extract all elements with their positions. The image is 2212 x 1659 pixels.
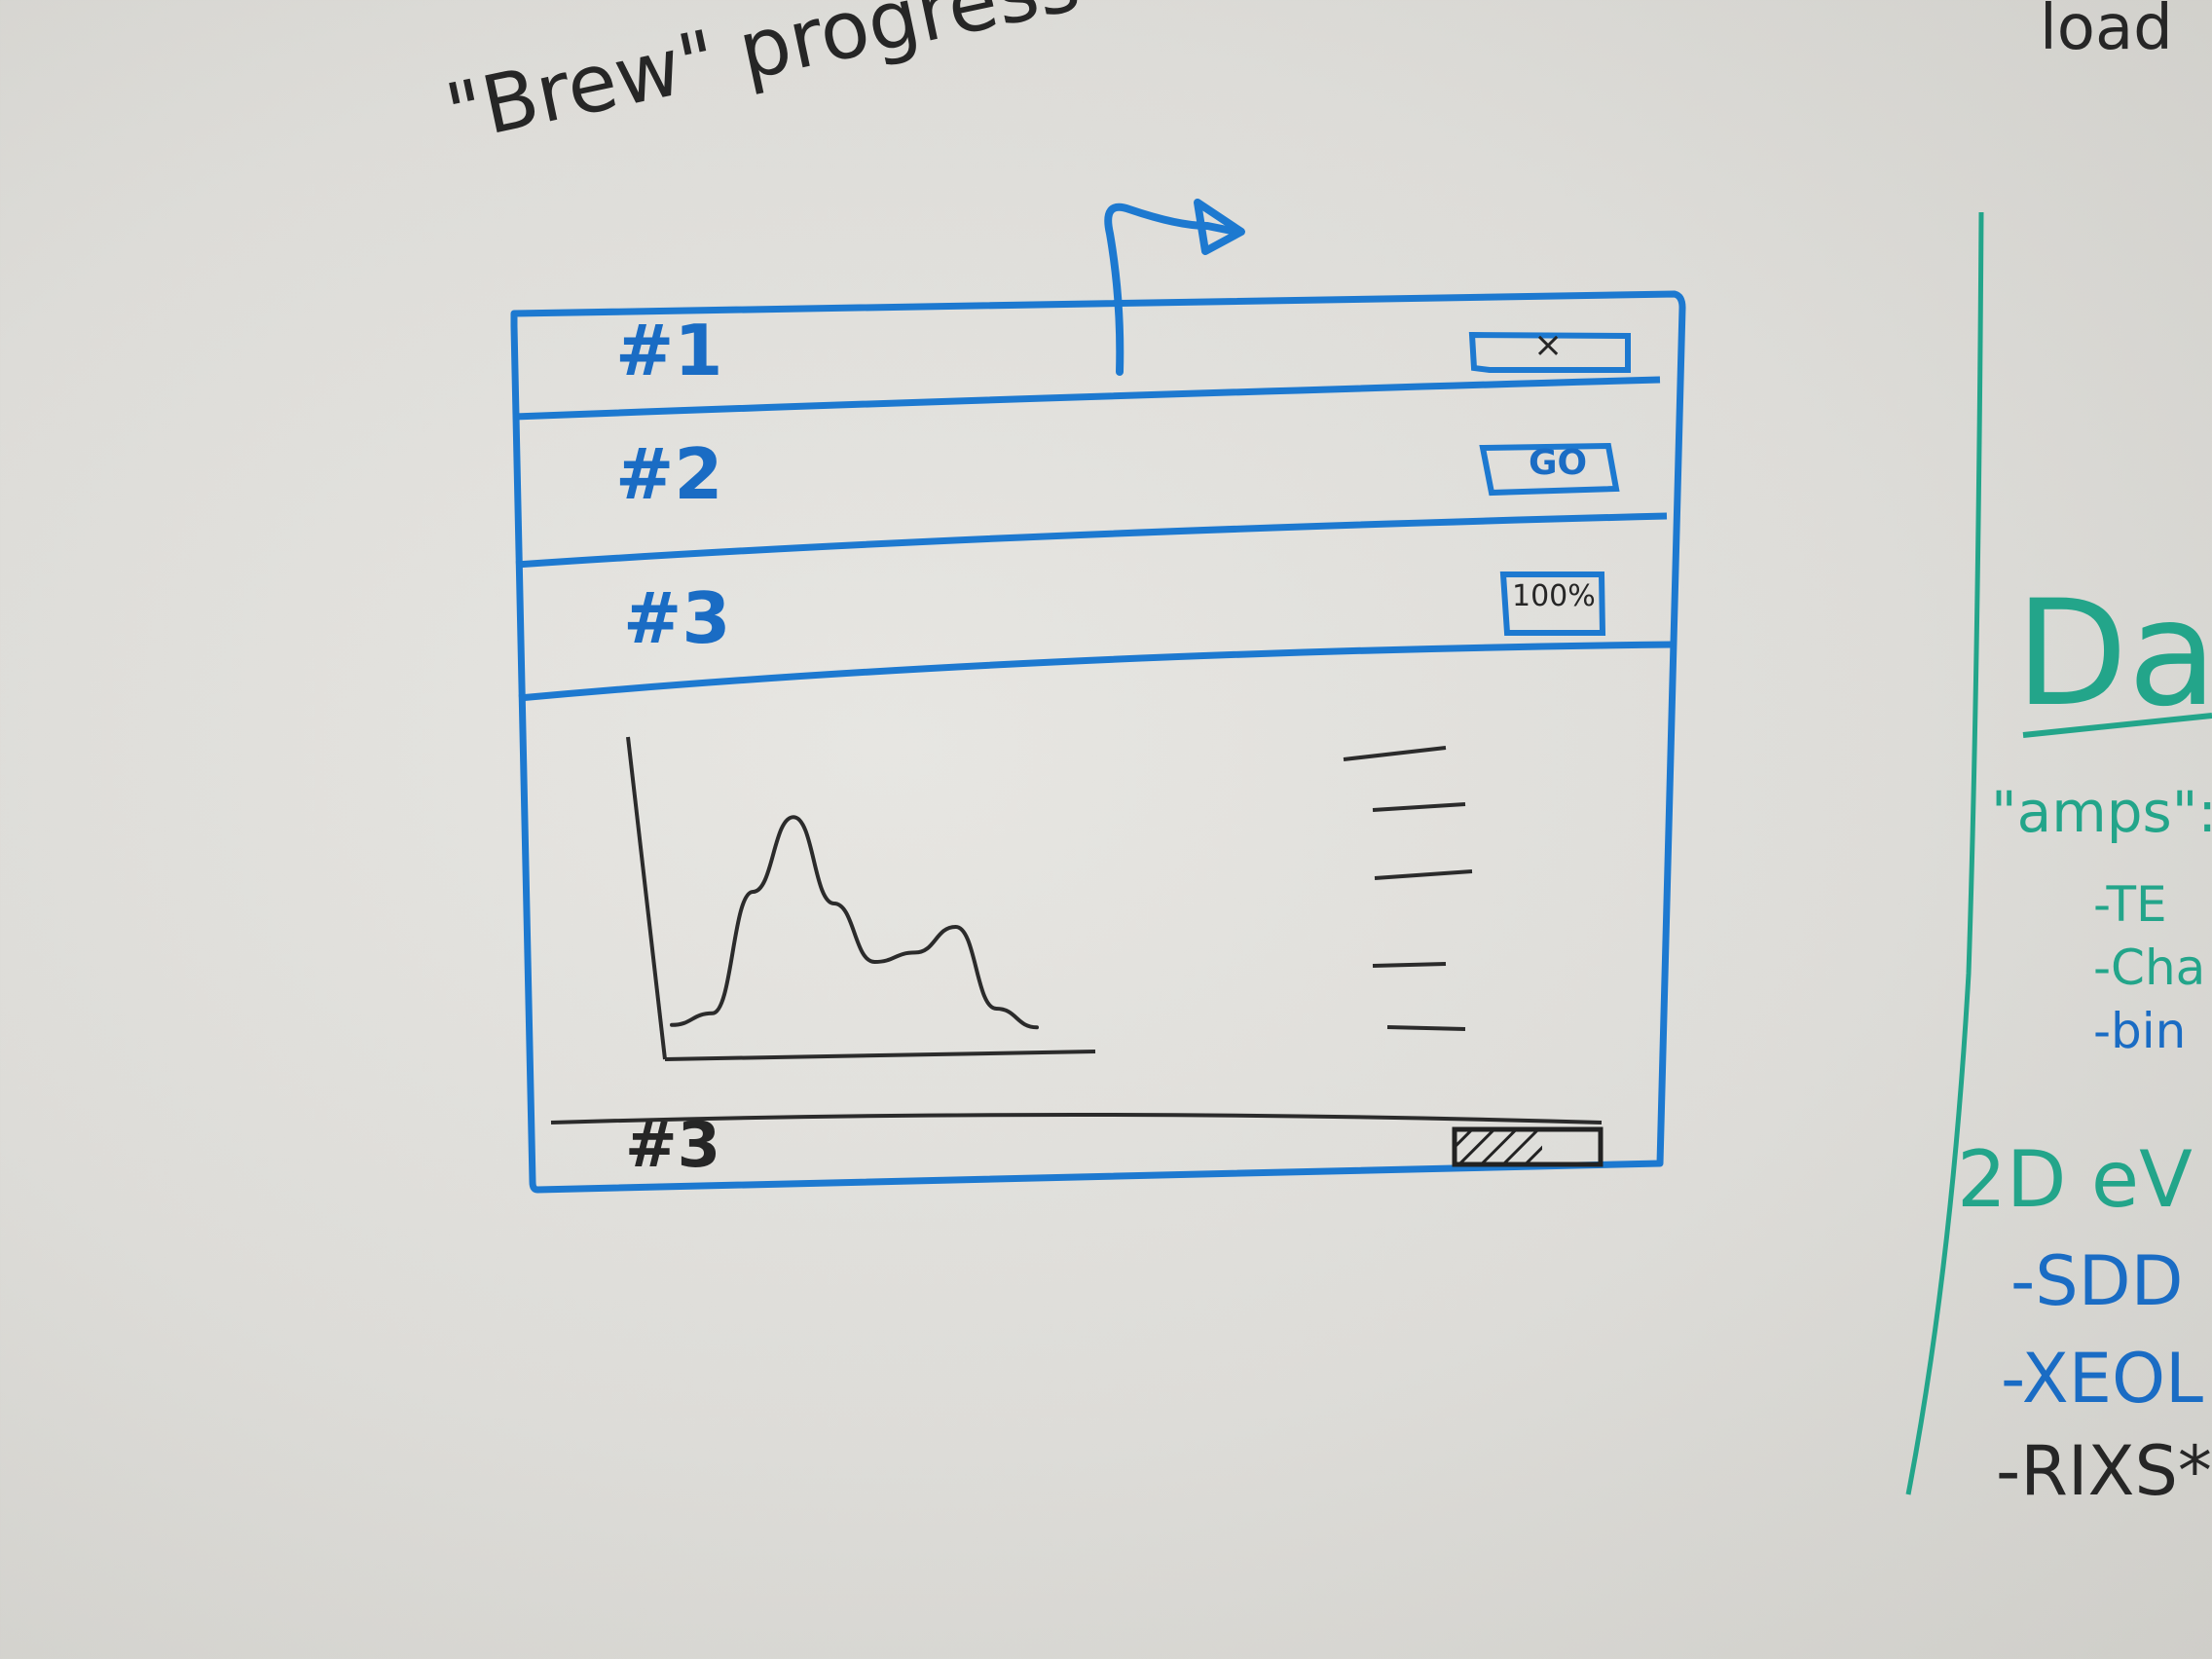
row-label-1: #1: [615, 310, 723, 391]
close-button[interactable]: ×: [1533, 325, 1563, 365]
row-divider: [515, 512, 1668, 569]
row-label-2: #2: [615, 433, 723, 515]
section-item: -XEOL: [2001, 1339, 2204, 1419]
amps-label: "amps":: [1991, 779, 2212, 845]
amps-item: -bin: [2093, 1003, 2187, 1059]
whiteboard-drawing: [510, 199, 2212, 1495]
chart-area: [626, 736, 1096, 1061]
chart-series-line: [670, 815, 1039, 1030]
flag-pointer: [1104, 203, 1240, 376]
section-2d-label: 2D eV: [1957, 1134, 2193, 1225]
chart-x-axis: [664, 1050, 1096, 1061]
amps-item: -Cha: [2093, 940, 2206, 996]
legend-line: [1386, 1025, 1466, 1031]
corner-note: load: [2040, 0, 2173, 64]
section-item: -RIXS*: [1996, 1431, 2212, 1511]
side-heading: Dat: [2015, 570, 2212, 739]
section-item: -SDD: [2010, 1241, 2184, 1321]
go-button[interactable]: GO: [1529, 443, 1587, 483]
mockup-window-frame: [510, 290, 1686, 1194]
footer-progress-fill: [1456, 1131, 1542, 1162]
chart-y-axis: [626, 736, 667, 1060]
side-divider: [1905, 211, 1984, 1495]
amps-item: -TE: [2093, 876, 2167, 933]
legend-line: [1374, 869, 1473, 880]
row-label-3: #3: [623, 577, 731, 659]
progress-percent: 100%: [1512, 579, 1596, 613]
legend-line: [1372, 802, 1466, 812]
legend-line: [1343, 746, 1447, 761]
legend-line: [1372, 962, 1447, 968]
footer-label: #3: [625, 1110, 721, 1182]
